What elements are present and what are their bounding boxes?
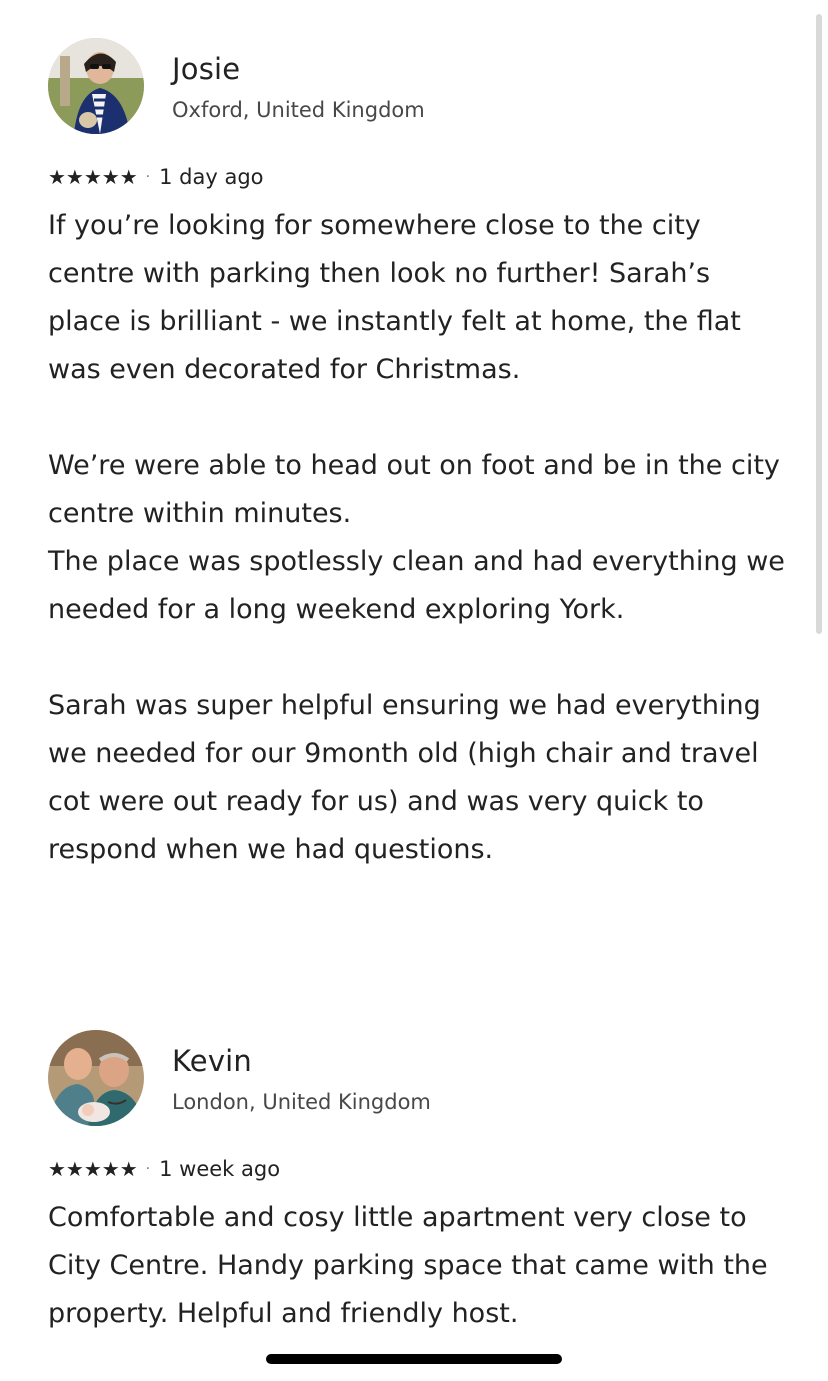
reviewer-header: Kevin London, United Kingdom [48,1030,788,1128]
reviewer-name: Josie [172,52,241,86]
star-rating: ★★★★★ [48,1157,138,1181]
review-text: If you’re looking for somewhere close to… [48,210,785,865]
review-text: Comfortable and cosy little apartment ve… [48,1202,768,1329]
reviewer-name: Kevin [172,1044,253,1078]
review-meta: ★★★★★ · 1 day ago [48,162,788,192]
review-card: Josie Oxford, United Kingdom ★★★★★ · 1 d… [48,38,788,874]
separator-dot: · [145,1161,151,1177]
avatar-photo-kevin [48,1030,144,1126]
home-indicator[interactable] [266,1354,562,1364]
review-meta: ★★★★★ · 1 week ago [48,1154,788,1184]
avatar[interactable] [48,1030,144,1126]
avatar-photo-josie [48,38,144,134]
reviewer-location: Oxford, United Kingdom [172,98,425,122]
reviewer-header: Josie Oxford, United Kingdom [48,38,788,136]
scrollbar[interactable] [816,14,822,634]
review-card: Kevin London, United Kingdom ★★★★★ · 1 w… [48,1030,788,1338]
review-date: 1 week ago [159,1157,281,1181]
separator-dot: · [145,169,151,185]
review-date: 1 day ago [159,165,264,189]
star-rating: ★★★★★ [48,165,138,189]
reviewer-location: London, United Kingdom [172,1090,431,1114]
avatar[interactable] [48,38,144,134]
